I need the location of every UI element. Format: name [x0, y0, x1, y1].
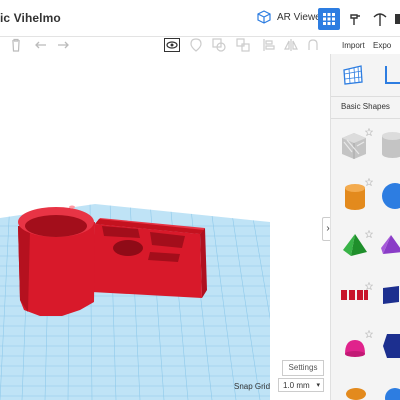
settings-button[interactable]: Settings	[282, 360, 324, 376]
star-favorite-icon[interactable]	[365, 282, 373, 290]
star-favorite-icon[interactable]	[365, 230, 373, 238]
delete-icon[interactable]	[10, 38, 22, 52]
note-pin-icon[interactable]	[190, 38, 202, 52]
snap-grid-label: Snap Grid	[234, 382, 271, 391]
sphere-shape[interactable]	[381, 182, 400, 210]
group-icon[interactable]	[212, 38, 226, 52]
workplane-shape-icon[interactable]	[341, 62, 365, 86]
polygon-shape[interactable]	[381, 332, 400, 360]
ungroup-icon[interactable]	[236, 38, 250, 52]
import-button[interactable]: Import	[342, 41, 365, 50]
cylinder-striped-shape[interactable]	[379, 130, 400, 160]
import-export-bar: Import Expo	[330, 37, 400, 55]
shapes-panel: Basic Shapes	[330, 54, 400, 400]
export-button[interactable]: Expo	[373, 41, 391, 50]
ar-viewer-button[interactable]: AR Viewer	[256, 9, 324, 25]
top-bar: ic Vihelmo AR Viewer	[0, 0, 400, 37]
show-all-icon[interactable]	[164, 38, 180, 53]
snap-grid-value: 1.0 mm	[283, 381, 310, 390]
ar-cube-icon	[257, 10, 271, 24]
shapes-category-label[interactable]: Basic Shapes	[341, 102, 390, 111]
paraboloid-shape[interactable]	[381, 384, 400, 400]
roof-shape[interactable]	[379, 232, 400, 258]
edit-toolbar	[0, 37, 330, 55]
pickaxe-icon[interactable]	[372, 11, 388, 27]
redo-icon[interactable]	[56, 38, 70, 52]
hammer-icon[interactable]	[348, 11, 364, 27]
grid-icon	[323, 13, 335, 25]
undo-icon[interactable]	[34, 38, 48, 52]
ar-viewer-label: AR Viewer	[277, 11, 325, 23]
snap-grid-select[interactable]: 1.0 mm ▾	[278, 378, 324, 392]
half-sphere-shape[interactable]	[343, 336, 367, 360]
cylinder-shape[interactable]	[343, 182, 367, 212]
mirror-icon[interactable]	[284, 38, 298, 52]
cruise-icon[interactable]	[306, 38, 320, 52]
star-favorite-icon[interactable]	[365, 178, 373, 186]
star-favorite-icon[interactable]	[365, 330, 373, 338]
code-blocks-icon[interactable]	[394, 11, 400, 27]
shape-generator-shape[interactable]	[381, 284, 400, 306]
torus-shape[interactable]	[345, 380, 367, 400]
align-icon[interactable]	[262, 38, 276, 52]
star-favorite-icon[interactable]	[365, 128, 373, 136]
grid-view-button[interactable]	[318, 8, 340, 30]
ruler-icon[interactable]	[383, 64, 400, 86]
workplane-viewport[interactable]	[0, 54, 330, 400]
design-title[interactable]: ic Vihelmo	[0, 11, 61, 25]
chevron-down-icon: ▾	[316, 382, 320, 389]
workplane-scene[interactable]	[0, 54, 330, 400]
